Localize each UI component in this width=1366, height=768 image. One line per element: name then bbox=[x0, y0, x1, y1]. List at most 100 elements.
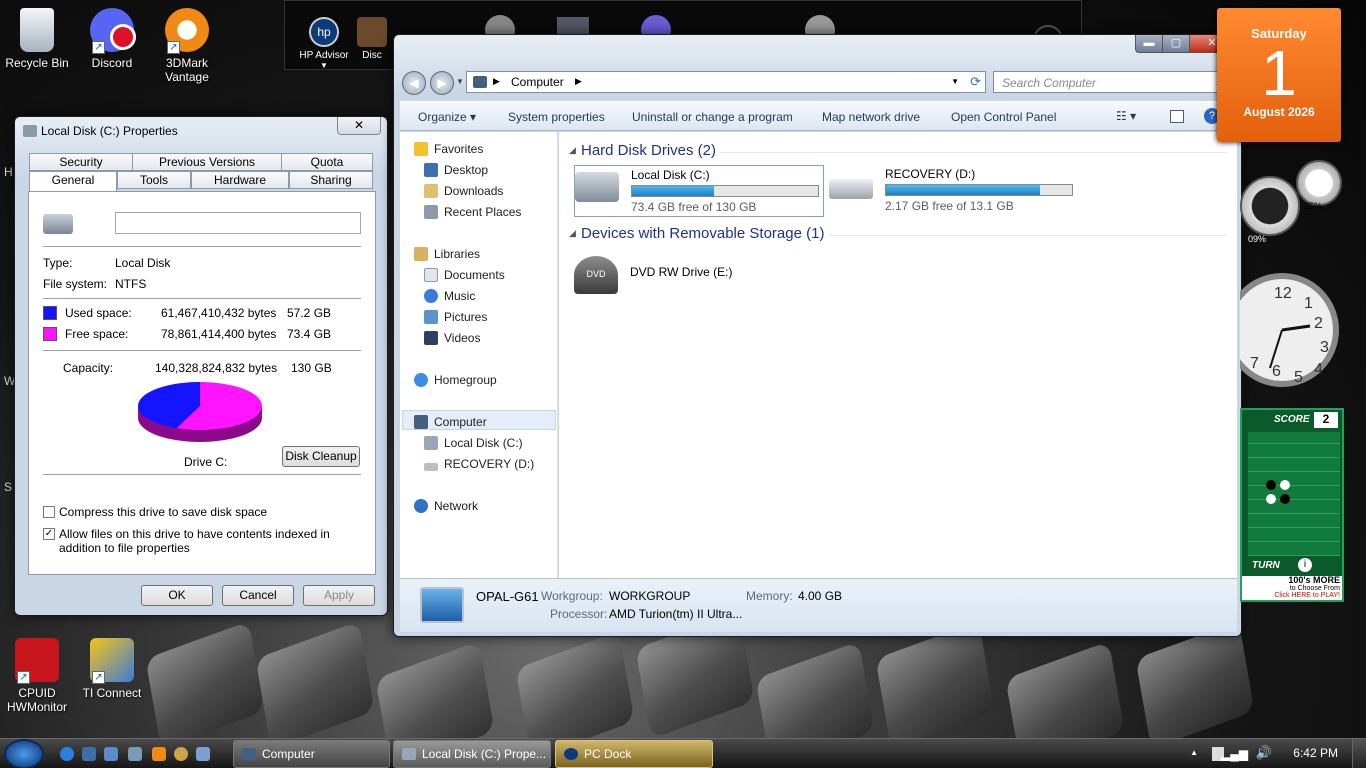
dock-item-disc[interactable]: Disc bbox=[357, 17, 387, 61]
index-checkbox[interactable]: ✓ bbox=[43, 528, 55, 540]
show-desktop-button[interactable] bbox=[1352, 739, 1366, 768]
info-icon[interactable]: i bbox=[1298, 558, 1312, 572]
calendar-gadget[interactable]: Saturday 1 August 2026 bbox=[1217, 8, 1341, 142]
hdd-group-header[interactable]: Hard Disk Drives (2) bbox=[581, 142, 716, 159]
ok-button[interactable]: OK bbox=[141, 585, 213, 606]
view-options-icon[interactable]: ☷ ▾ bbox=[1116, 109, 1146, 123]
dock-item-hp-advisor[interactable]: hp HP Advisor ▼ bbox=[289, 17, 359, 70]
desktop-icon-hwmonitor[interactable]: ↗ CPUID HWMonitor bbox=[0, 638, 79, 714]
disk-cleanup-button[interactable]: Disk Cleanup bbox=[282, 446, 360, 467]
nav-libraries[interactable]: Libraries bbox=[414, 247, 480, 261]
removable-group-header[interactable]: Devices with Removable Storage (1) bbox=[581, 225, 824, 242]
nav-documents[interactable]: Documents bbox=[424, 268, 505, 282]
address-dropdown-icon[interactable]: ▼ bbox=[951, 77, 959, 86]
desktop-icon-discord[interactable]: ↗ Discord bbox=[70, 8, 154, 70]
close-button[interactable]: ✕ bbox=[337, 117, 381, 135]
nav-recovery[interactable]: RECOVERY (D:) bbox=[424, 457, 534, 471]
maximize-button[interactable]: ▢ bbox=[1162, 35, 1190, 53]
desktop-icon-recycle-bin[interactable]: Recycle Bin bbox=[0, 8, 79, 70]
nav-desktop[interactable]: Desktop bbox=[424, 163, 488, 177]
breadcrumb-arrow-icon[interactable]: ▶ bbox=[493, 76, 500, 87]
taskbar-button-computer[interactable]: Computer bbox=[233, 740, 390, 768]
volume-name-input[interactable] bbox=[115, 212, 361, 234]
recent-places-icon bbox=[424, 205, 438, 219]
back-button[interactable]: ◀ bbox=[402, 71, 426, 95]
desktop-icon-3dmark[interactable]: ↗ 3DMark Vantage bbox=[145, 8, 229, 84]
system-properties-button[interactable]: System properties bbox=[508, 110, 605, 124]
apply-button[interactable]: Apply bbox=[303, 585, 375, 606]
drive-recovery-d[interactable]: RECOVERY (D:) 2.17 GB free of 13.1 GB bbox=[829, 165, 1079, 217]
show-desktop-icon[interactable] bbox=[82, 747, 96, 761]
network-signal-icon[interactable]: ▂▄▆ bbox=[1221, 747, 1248, 761]
ie-icon[interactable] bbox=[60, 747, 74, 761]
nav-favorites[interactable]: Favorites bbox=[414, 142, 483, 156]
hp-icon: hp bbox=[309, 17, 339, 47]
nav-local-disk[interactable]: Local Disk (C:) bbox=[424, 436, 523, 450]
usage-fill bbox=[886, 185, 1041, 195]
reversi-gadget[interactable]: SCORE 2 TURN i 100's MORE to Choose From… bbox=[1240, 408, 1344, 602]
tab-general[interactable]: General bbox=[29, 171, 117, 191]
nav-music[interactable]: Music bbox=[424, 289, 475, 303]
taskbar-button-pc-dock[interactable]: PC Dock bbox=[555, 740, 713, 768]
explorer-quick-icon[interactable] bbox=[128, 747, 142, 761]
clock-face: 12 1 2 3 4 5 6 7 bbox=[1225, 273, 1339, 387]
collapse-arrow-icon[interactable]: ◢ bbox=[569, 228, 576, 239]
map-network-drive-button[interactable]: Map network drive bbox=[822, 110, 920, 124]
nav-homegroup[interactable]: Homegroup bbox=[414, 373, 497, 387]
tab-tools[interactable]: Tools bbox=[117, 171, 191, 189]
preview-pane-icon[interactable] bbox=[1170, 110, 1184, 123]
collapse-arrow-icon[interactable]: ◢ bbox=[569, 145, 576, 156]
nav-downloads[interactable]: Downloads bbox=[424, 184, 503, 198]
drive-name: DVD RW Drive (E:) bbox=[630, 265, 733, 279]
recycle-bin-icon bbox=[20, 8, 54, 52]
cpu-meter-gadget[interactable]: 09% 25% bbox=[1240, 160, 1342, 260]
drive-dvd-e[interactable]: DVD DVD RW Drive (E:) bbox=[574, 252, 774, 302]
tools-icon[interactable] bbox=[174, 747, 188, 761]
cube-icon[interactable] bbox=[196, 747, 210, 761]
uninstall-program-button[interactable]: Uninstall or change a program bbox=[632, 110, 793, 124]
volume-icon[interactable]: 🔊 bbox=[1256, 745, 1272, 761]
media-icon[interactable] bbox=[152, 747, 166, 761]
nav-recent-places[interactable]: Recent Places bbox=[424, 205, 521, 219]
refresh-icon[interactable]: ⟳ bbox=[970, 74, 981, 90]
nav-videos[interactable]: Videos bbox=[424, 331, 480, 345]
drive-local-disk-c[interactable]: Local Disk (C:) 73.4 GB free of 130 GB bbox=[574, 165, 824, 217]
nav-pictures[interactable]: Pictures bbox=[424, 310, 487, 324]
forward-button[interactable]: ▶ bbox=[430, 71, 454, 95]
promo-line2: to Choose From bbox=[1289, 585, 1340, 592]
game-board[interactable] bbox=[1248, 432, 1340, 556]
clock-gadget[interactable]: 12 1 2 3 4 5 6 7 bbox=[1225, 268, 1340, 388]
tab-security[interactable]: Security bbox=[29, 153, 133, 171]
desktop-icon-ti-connect[interactable]: ↗ TI Connect bbox=[70, 638, 154, 700]
address-bar[interactable]: ▶ Computer ▶ ▼ ⟳ bbox=[466, 71, 986, 93]
divider bbox=[43, 298, 361, 299]
homegroup-icon bbox=[414, 373, 428, 387]
clock-numeral: 4 bbox=[1314, 361, 1323, 378]
ram-gauge bbox=[1296, 160, 1342, 206]
search-input[interactable]: Search Computer bbox=[993, 71, 1235, 93]
open-control-panel-button[interactable]: Open Control Panel bbox=[951, 110, 1056, 124]
organize-menu[interactable]: Organize ▾ bbox=[418, 110, 476, 124]
cancel-button[interactable]: Cancel bbox=[222, 585, 294, 606]
show-hidden-icons[interactable]: ▲ bbox=[1190, 748, 1198, 757]
recent-pages-dropdown[interactable]: ▼ bbox=[456, 77, 464, 86]
tab-hardware[interactable]: Hardware bbox=[191, 171, 289, 189]
taskbar-button-properties[interactable]: Local Disk (C:) Prope... bbox=[393, 740, 551, 768]
processor-label: Processor: bbox=[550, 607, 608, 621]
clock[interactable]: 6:42 PM bbox=[1293, 746, 1338, 760]
switch-windows-icon[interactable] bbox=[104, 747, 118, 761]
nav-computer[interactable]: Computer bbox=[414, 415, 487, 429]
breadcrumb-arrow-icon[interactable]: ▶ bbox=[575, 76, 582, 87]
usage-bar bbox=[631, 185, 819, 197]
tab-quota[interactable]: Quota bbox=[281, 153, 373, 171]
minimize-button[interactable]: ▬ bbox=[1135, 35, 1163, 53]
breadcrumb-computer[interactable]: Computer bbox=[511, 75, 564, 89]
nav-network[interactable]: Network bbox=[414, 499, 478, 513]
disc-white bbox=[1280, 480, 1290, 490]
start-button[interactable] bbox=[4, 739, 44, 768]
tab-previous-versions[interactable]: Previous Versions bbox=[132, 153, 282, 171]
free-bytes: 78,861,414,400 bytes bbox=[161, 327, 277, 341]
tab-sharing[interactable]: Sharing bbox=[289, 171, 373, 189]
game-promo[interactable]: 100's MORE to Choose From Click HERE to … bbox=[1242, 576, 1342, 600]
compress-checkbox[interactable] bbox=[43, 506, 55, 518]
